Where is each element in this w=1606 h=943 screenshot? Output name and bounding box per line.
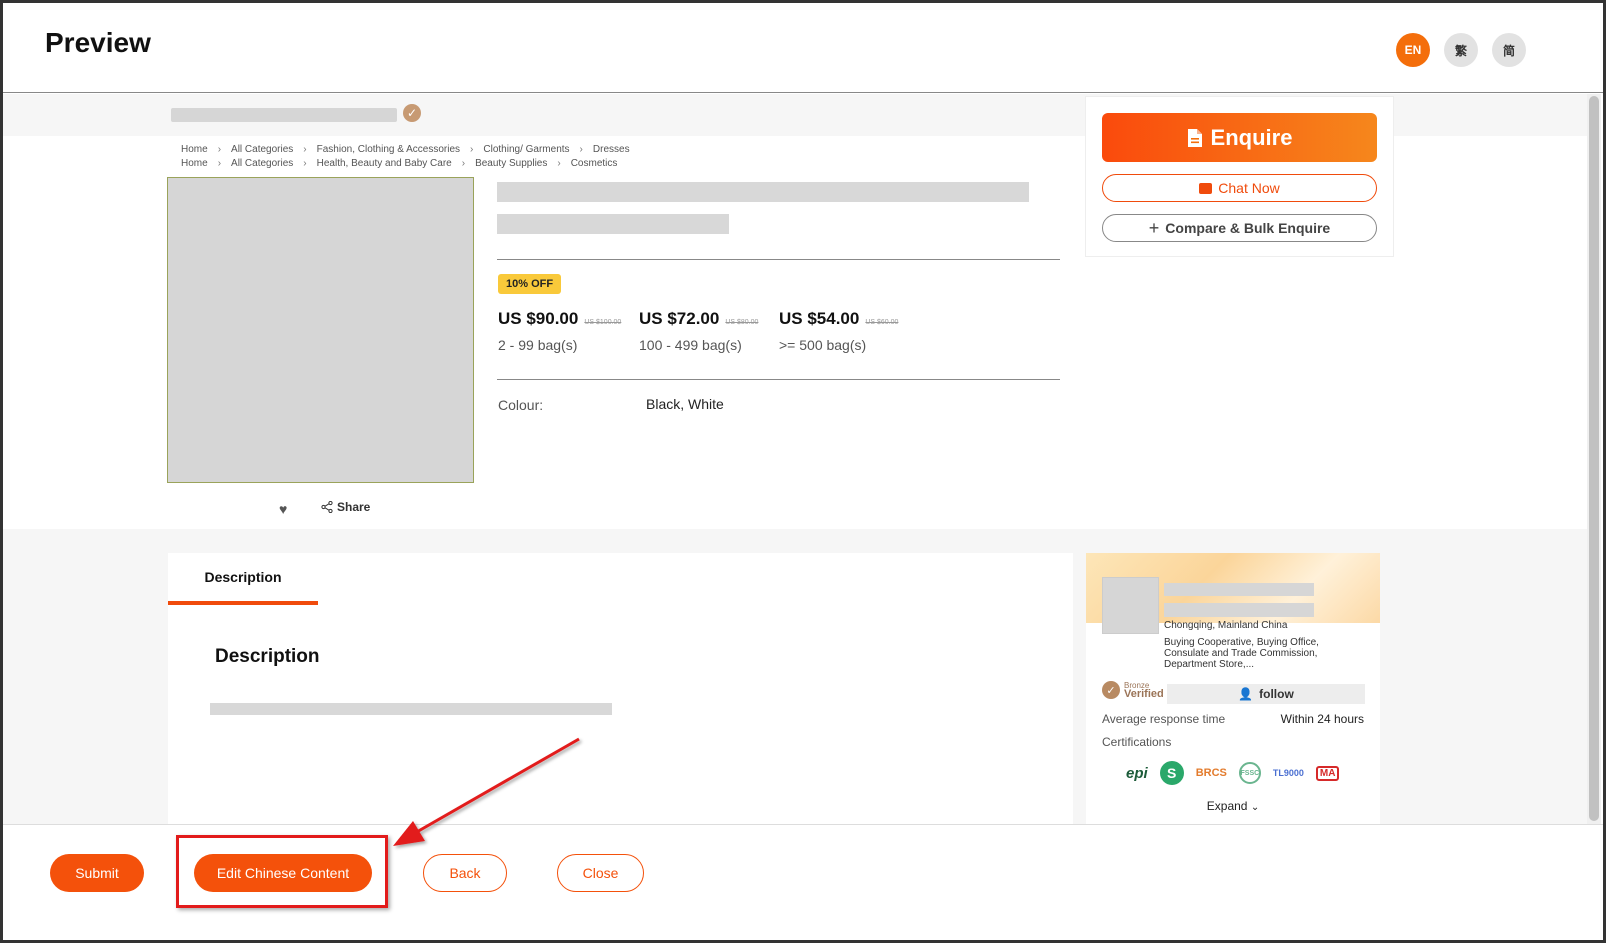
company-name-redacted[interactable] [1164,583,1314,617]
breadcrumb-item[interactable]: All Categories [231,144,293,155]
price-original: US $60.00 [865,319,899,326]
description-panel: Description Description [168,553,1073,824]
response-time-value: Within 24 hours [1280,712,1364,726]
verified-check-icon: ✓ [1102,681,1120,699]
divider [497,259,1060,260]
tab-description[interactable]: Description [168,553,318,605]
price-tier: US $54.00 US $60.00 >= 500 bag(s) [779,309,898,353]
company-logo[interactable] [1102,577,1159,634]
chevron-right-icon: › [303,144,307,155]
price-original: US $80.00 [725,319,759,326]
follow-button[interactable]: 👤 follow [1167,684,1365,704]
preview-window: Preview EN 繁 简 ✓ Home › All Categories › F… [0,0,1606,943]
cert-fssc-logo: FSSC [1238,762,1261,784]
submit-button[interactable]: Submit [50,854,144,892]
verified-check-icon: ✓ [403,104,421,122]
breadcrumb-item[interactable]: Dresses [593,144,630,155]
expand-button[interactable]: Expand ⌄ [1086,799,1380,813]
scrollbar-thumb[interactable] [1589,96,1599,821]
price-amount: US $90.00 [498,309,579,328]
certifications-label: Certifications [1102,735,1172,749]
product-title-redacted [497,214,729,234]
chevron-right-icon: › [303,158,307,169]
lang-en-button[interactable]: EN [1396,33,1430,67]
certification-logos: epi S BRCS FSSC TL9000 MA [1126,761,1340,785]
cert-tl9000-logo: TL9000 [1272,768,1304,778]
product-title-redacted [497,182,1029,202]
cert-epi-logo: epi [1126,764,1148,782]
annotation-highlight-box [176,835,388,908]
badge-status: Verified [1124,688,1164,700]
document-icon [1187,128,1202,147]
product-image[interactable] [167,177,474,483]
price-amount: US $54.00 [779,309,860,328]
chat-now-button[interactable]: Chat Now [1102,174,1377,202]
lang-traditional-chinese-button[interactable]: 繁 [1444,33,1478,67]
price-tier: US $72.00 US $80.00 100 - 499 bag(s) [639,309,758,353]
price-amount: US $72.00 [639,309,720,328]
response-time-label: Average response time [1102,712,1226,726]
share-icon [321,501,333,513]
chat-bubble-icon [1199,182,1213,194]
footer-toolbar: Submit Edit Chinese Content Back Close [3,824,1603,940]
chevron-right-icon: › [557,158,561,169]
plus-icon: + [1148,217,1160,238]
breadcrumb-item[interactable]: Home [181,158,208,169]
back-button[interactable]: Back [423,854,507,892]
follow-label: follow [1259,687,1294,701]
breadcrumb: Home › All Categories › Health, Beauty and… [181,158,617,169]
price-quantity: 2 - 99 bag(s) [498,337,578,353]
description-heading: Description [215,646,320,667]
breadcrumb-item[interactable]: Fashion, Clothing & Accessories [317,144,460,155]
price-quantity: >= 500 bag(s) [779,337,867,353]
breadcrumb-item[interactable]: All Categories [231,158,293,169]
preview-header: Preview EN 繁 简 [3,3,1603,93]
company-location: Chongqing, Mainland China [1164,620,1288,631]
enquire-label: Enquire [1210,124,1293,150]
discount-badge: 10% OFF [498,274,562,294]
price-quantity: 100 - 499 bag(s) [639,337,742,353]
enquire-card: Enquire Chat Now + Compare & Bulk Enquir… [1085,96,1394,257]
chevron-right-icon: › [470,144,474,155]
chevron-right-icon: › [217,144,222,155]
preview-content: ✓ Home › All Categories › Fashion, Clothin… [3,94,1603,824]
chevron-right-icon: › [217,158,222,169]
breadcrumb-item[interactable]: Cosmetics [571,158,618,169]
company-name-redacted [171,108,397,122]
share-label: Share [337,500,371,514]
breadcrumb-item[interactable]: Home [181,144,208,155]
company-business-type: Buying Cooperative, Buying Office, Consu… [1164,637,1319,670]
chevron-right-icon: › [461,158,466,169]
price-tier: US $90.00 US $100.00 2 - 99 bag(s) [498,309,621,353]
price-original: US $100.00 [584,319,622,326]
breadcrumb: Home › All Categories › Fashion, Clothing … [181,144,630,155]
divider [497,379,1060,380]
breadcrumb-item[interactable]: Beauty Supplies [475,158,547,169]
breadcrumb-item[interactable]: Health, Beauty and Baby Care [317,158,452,169]
chevron-right-icon: › [579,144,583,155]
share-button[interactable]: Share [321,500,370,514]
colour-value: Black, White [646,396,724,412]
enquire-button[interactable]: Enquire [1102,113,1377,162]
heart-icon[interactable]: ♥ [279,501,287,517]
add-user-icon: 👤 [1238,687,1254,701]
colour-label: Colour: [498,397,544,413]
lang-simplified-chinese-button[interactable]: 简 [1492,33,1526,67]
expand-label: Expand [1206,799,1248,813]
scrollbar[interactable] [1587,94,1601,824]
breadcrumb-item[interactable]: Clothing/ Garments [483,144,569,155]
cert-ma-logo: MA [1315,765,1340,781]
chevron-down-icon: ⌄ [1250,802,1260,813]
chat-now-label: Chat Now [1218,180,1280,196]
bronze-verified-badge: ✓ Bronze Verified [1102,681,1164,700]
page-title: Preview [45,27,151,58]
cert-brcs-logo: BRCS [1195,767,1227,779]
cert-s-logo: S [1159,761,1184,785]
description-text-redacted [210,703,612,715]
compare-bulk-enquire-button[interactable]: + Compare & Bulk Enquire [1102,214,1377,242]
company-card: Chongqing, Mainland China Buying Coopera… [1086,553,1380,824]
close-button[interactable]: Close [557,854,644,892]
compare-label: Compare & Bulk Enquire [1165,220,1331,236]
